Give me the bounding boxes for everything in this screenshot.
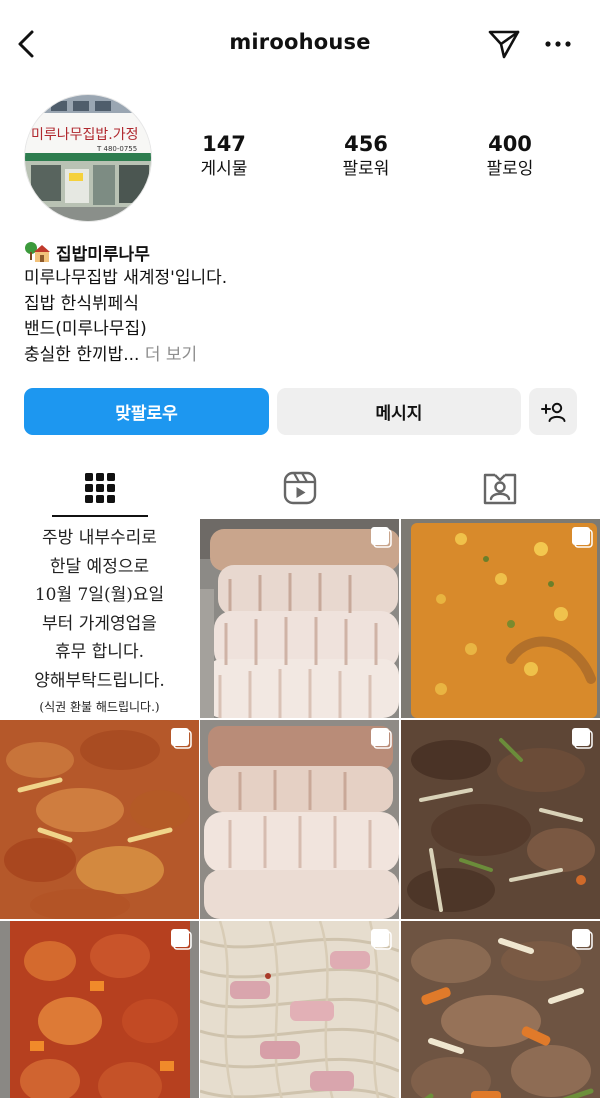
notice-line: 휴무 합니다.: [54, 642, 144, 662]
tagged-icon: [483, 473, 517, 505]
add-user-icon: [541, 402, 566, 422]
bio-line: 밴드(미루나무집): [24, 319, 147, 339]
food-photo: [200, 720, 399, 919]
food-photo: [200, 519, 399, 718]
bio-display-name: 집밥미루나무: [56, 244, 150, 265]
post-notice[interactable]: 주방 내부수리로 한달 예정으로 10월 7일(월)요일 부터 가게영업을 휴무…: [0, 519, 199, 718]
storefront-photo: 미루나무집밥.가정 T 480-0755: [25, 95, 151, 221]
notice-line: 부터 가게영업을: [42, 613, 157, 634]
multiple-photos-icon: [572, 929, 593, 950]
notice-line: 한달 예정으로: [49, 556, 150, 577]
top-bar: miroohouse: [0, 0, 600, 88]
stat-followers-count: 456: [344, 132, 388, 156]
bio-line: 집밥 한식뷔페식: [24, 293, 139, 314]
stat-posts-label: 게시물: [200, 159, 248, 179]
paper-plane-icon: [488, 30, 520, 59]
post-photo-sliced-pork[interactable]: [200, 519, 399, 718]
posts-grid: 주방 내부수리로 한달 예정으로 10월 7일(월)요일 부터 가게영업을 휴무…: [0, 519, 600, 1098]
post-photo-spicy-pork[interactable]: [0, 720, 199, 919]
multiple-photos-icon: [572, 728, 593, 749]
notice-refund-note: (식권 환불 해드립니다.): [39, 700, 160, 714]
food-photo: [0, 720, 199, 919]
tab-reels[interactable]: [200, 458, 400, 518]
more-horizontal-icon: [545, 41, 571, 47]
active-tab-indicator: [52, 515, 148, 517]
bio-line-truncated: 충실한 한끼밥... 더 보기: [24, 343, 584, 369]
multiple-photos-icon: [371, 929, 392, 950]
multiple-photos-icon: [572, 527, 593, 548]
bio-more-link[interactable]: 더 보기: [145, 345, 197, 365]
house-with-tree-icon: [25, 242, 50, 262]
multiple-photos-icon: [171, 929, 192, 950]
post-photo-pasta[interactable]: [200, 921, 399, 1098]
stat-followers-label: 팔로워: [342, 159, 390, 179]
notice-line: 양해부탁드립니다.: [34, 670, 165, 691]
send-button[interactable]: [484, 24, 524, 64]
tab-posts-grid[interactable]: [0, 458, 200, 518]
message-button[interactable]: 메시지: [277, 388, 521, 435]
stat-following-count: 400: [488, 132, 532, 156]
reels-icon: [283, 471, 317, 505]
post-photo-curry[interactable]: [401, 519, 600, 718]
bio-name-row: 집밥미루나무: [24, 238, 584, 266]
bio-last-line: 충실한 한끼밥...: [24, 344, 140, 365]
avatar-sign-text: 미루나무집밥.가정: [31, 127, 139, 143]
bio-line: 미루나무집밥 새계정'입니다.: [24, 268, 228, 288]
multiple-photos-icon: [171, 728, 192, 749]
multiple-photos-icon: [371, 527, 392, 548]
avatar-sign-phone: T 480-0755: [96, 145, 137, 153]
multiple-photos-icon: [371, 728, 392, 749]
notice-line: 10월 7일(월)요일: [34, 585, 165, 605]
stat-posts[interactable]: 147 게시물: [164, 132, 284, 182]
follow-back-button[interactable]: 맞팔로우: [24, 388, 269, 435]
stat-following[interactable]: 400 팔로잉: [450, 132, 570, 182]
food-photo: [401, 720, 600, 919]
profile-bio: 집밥미루나무 미루나무집밥 새계정'입니다. 집밥 한식뷔페식 밴드(미루나무집…: [24, 238, 584, 368]
post-photo-sliced-pork[interactable]: [200, 720, 399, 919]
post-photo-spicy-chicken[interactable]: [0, 921, 199, 1098]
avatar[interactable]: 미루나무집밥.가정 T 480-0755: [24, 94, 152, 222]
post-photo-stir-fried-beef[interactable]: [401, 921, 600, 1098]
tab-tagged[interactable]: [400, 458, 600, 518]
post-photo-bulgogi[interactable]: [401, 720, 600, 919]
grid-icon: [85, 473, 115, 503]
stat-posts-count: 147: [202, 132, 246, 156]
stat-following-label: 팔로잉: [486, 159, 534, 179]
suggested-users-button[interactable]: [529, 388, 577, 435]
more-options-button[interactable]: [538, 24, 578, 64]
food-photo: [401, 519, 600, 718]
profile-tabs: [0, 458, 600, 518]
notice-line: 주방 내부수리로: [42, 528, 157, 548]
stat-followers[interactable]: 456 팔로워: [306, 132, 426, 182]
